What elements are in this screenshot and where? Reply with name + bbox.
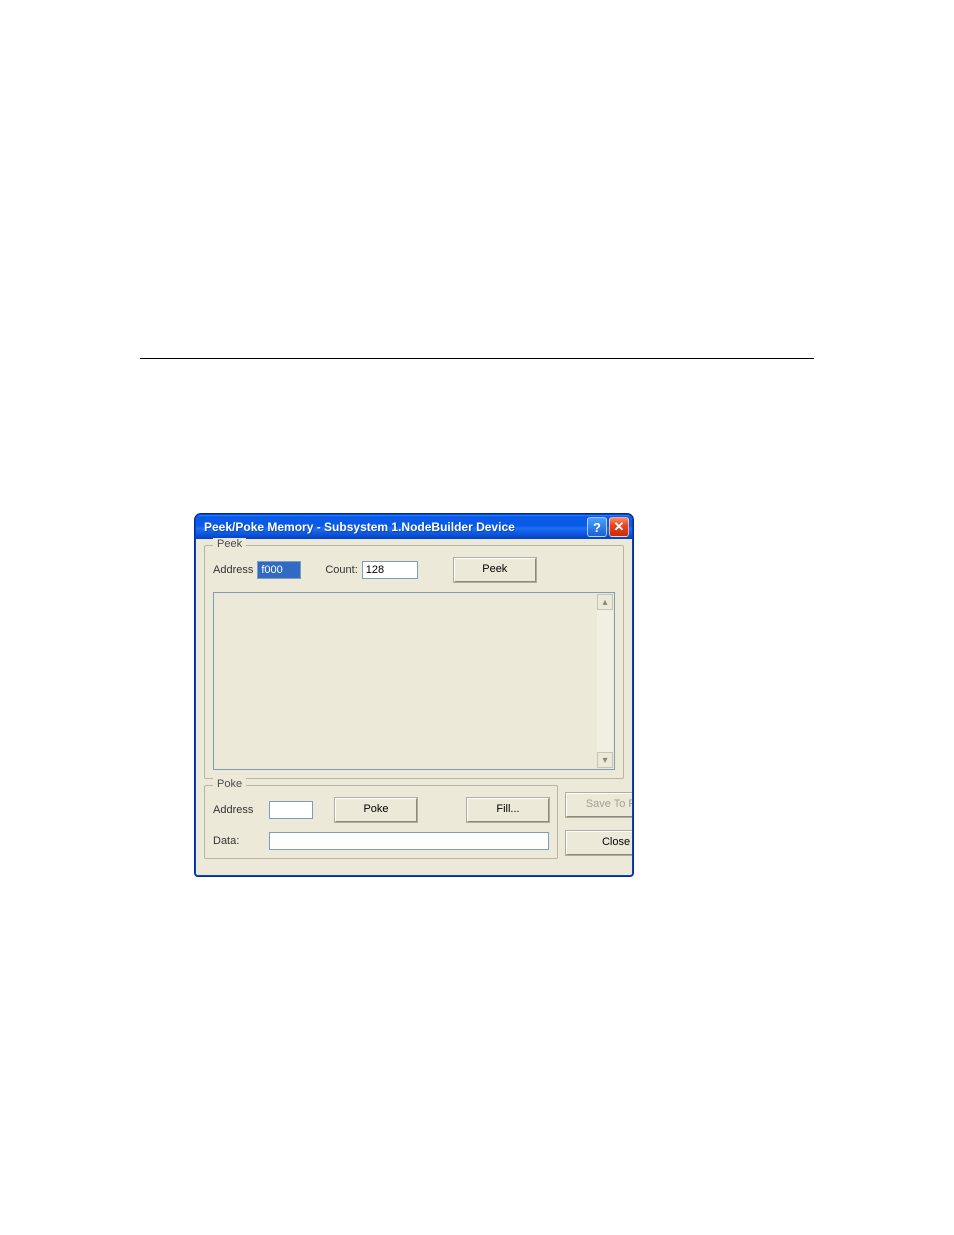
peek-poke-window: Peek/Poke Memory - Subsystem 1.NodeBuild… bbox=[195, 514, 633, 876]
poke-address-input[interactable] bbox=[269, 801, 313, 819]
peek-address-label: Address bbox=[213, 564, 253, 576]
close-button[interactable]: Close bbox=[566, 831, 633, 855]
close-window-button[interactable]: ✕ bbox=[609, 517, 629, 537]
scroll-up-button[interactable]: ▴ bbox=[597, 594, 613, 610]
horizontal-rule bbox=[140, 358, 814, 359]
peek-legend: Peek bbox=[213, 538, 246, 550]
poke-address-label: Address bbox=[213, 804, 261, 816]
save-to-file-button[interactable]: Save To File bbox=[566, 793, 633, 817]
poke-legend: Poke bbox=[213, 778, 246, 790]
peek-output-view bbox=[215, 594, 597, 768]
peek-output[interactable]: ▴ ▾ bbox=[213, 592, 615, 770]
window-title: Peek/Poke Memory - Subsystem 1.NodeBuild… bbox=[204, 520, 585, 534]
close-icon: ✕ bbox=[614, 519, 625, 535]
titlebar[interactable]: Peek/Poke Memory - Subsystem 1.NodeBuild… bbox=[196, 515, 632, 539]
client-area: Peek Address Count: Peek bbox=[196, 539, 632, 875]
poke-group: Poke Address Poke Fill... Data: bbox=[204, 785, 558, 859]
peek-scrollbar[interactable]: ▴ ▾ bbox=[597, 594, 613, 768]
peek-address-input[interactable] bbox=[257, 561, 301, 579]
chevron-up-icon: ▴ bbox=[602, 597, 607, 608]
poke-button[interactable]: Poke bbox=[335, 798, 417, 822]
help-icon: ? bbox=[593, 520, 601, 535]
fill-button[interactable]: Fill... bbox=[467, 798, 549, 822]
help-button[interactable]: ? bbox=[587, 517, 607, 537]
peek-group: Peek Address Count: Peek bbox=[204, 545, 624, 779]
scroll-track[interactable] bbox=[597, 610, 613, 752]
peek-count-label: Count: bbox=[325, 564, 357, 576]
poke-data-label: Data: bbox=[213, 835, 261, 847]
scroll-down-button[interactable]: ▾ bbox=[597, 752, 613, 768]
side-buttons: Save To File Close bbox=[566, 785, 633, 865]
peek-button[interactable]: Peek bbox=[454, 558, 536, 582]
poke-data-input[interactable] bbox=[269, 832, 549, 850]
peek-count-input[interactable] bbox=[362, 561, 418, 579]
chevron-down-icon: ▾ bbox=[602, 755, 607, 766]
